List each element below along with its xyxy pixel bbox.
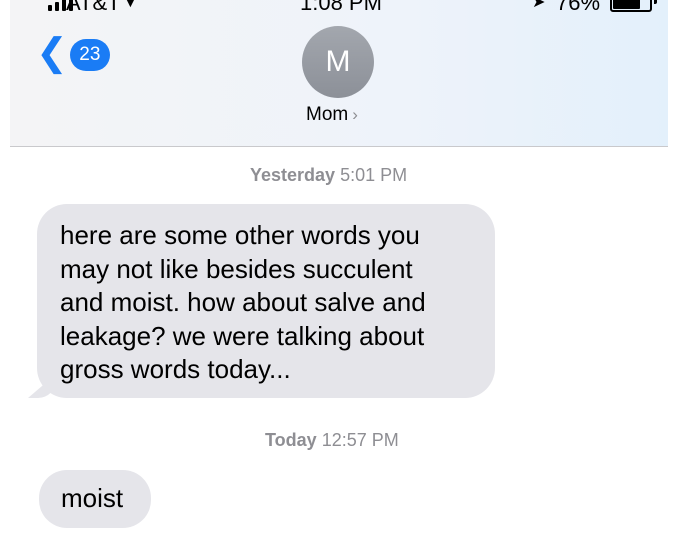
received-message-bubble[interactable]: here are some other words you may not li…	[37, 204, 495, 398]
message-line: leakage? we were talking about	[60, 320, 425, 351]
battery-icon	[610, 0, 652, 12]
back-button[interactable]: ❮ 23	[36, 34, 110, 72]
message-line: and moist. how about salve and	[60, 287, 426, 317]
battery-fill	[613, 0, 640, 9]
message-line: here are some other words you	[60, 220, 420, 250]
contact-name-button[interactable]: Mom ›	[306, 104, 358, 126]
timestamp-time: 5:01 PM	[340, 165, 408, 185]
left-frame	[0, 0, 10, 537]
location-arrow-icon: ➤	[532, 0, 546, 11]
message-line: gross words today...	[60, 354, 291, 384]
message-timestamp: Yesterday 5:01 PM	[250, 165, 407, 186]
conversation-header: AT&T ▼ 1:08 PM ➤ 76% ❮ 23 M Mom ›	[10, 0, 668, 147]
wifi-icon: ▼	[122, 0, 139, 11]
timestamp-day: Yesterday	[250, 165, 336, 185]
timestamp-day: Today	[265, 430, 317, 450]
battery-percent: 76%	[556, 0, 601, 15]
message-text: moist	[61, 483, 124, 513]
battery-tip	[654, 0, 657, 4]
received-message-bubble[interactable]: moist	[39, 470, 151, 528]
right-frame	[668, 0, 700, 537]
carrier-label: AT&T	[66, 0, 121, 15]
contact-name: Mom	[306, 104, 349, 125]
status-time: 1:08 PM	[300, 0, 382, 15]
unread-count-badge: 23	[69, 39, 110, 71]
status-bar: AT&T ▼ 1:08 PM ➤ 76%	[10, 0, 668, 15]
contact-avatar[interactable]: M	[302, 26, 374, 98]
timestamp-time: 12:57 PM	[321, 430, 399, 450]
message-line: may not like besides succulent	[60, 253, 413, 284]
chevron-right-icon: ›	[352, 105, 358, 124]
chevron-left-icon: ❮	[36, 32, 68, 74]
message-timestamp: Today 12:57 PM	[265, 430, 399, 451]
